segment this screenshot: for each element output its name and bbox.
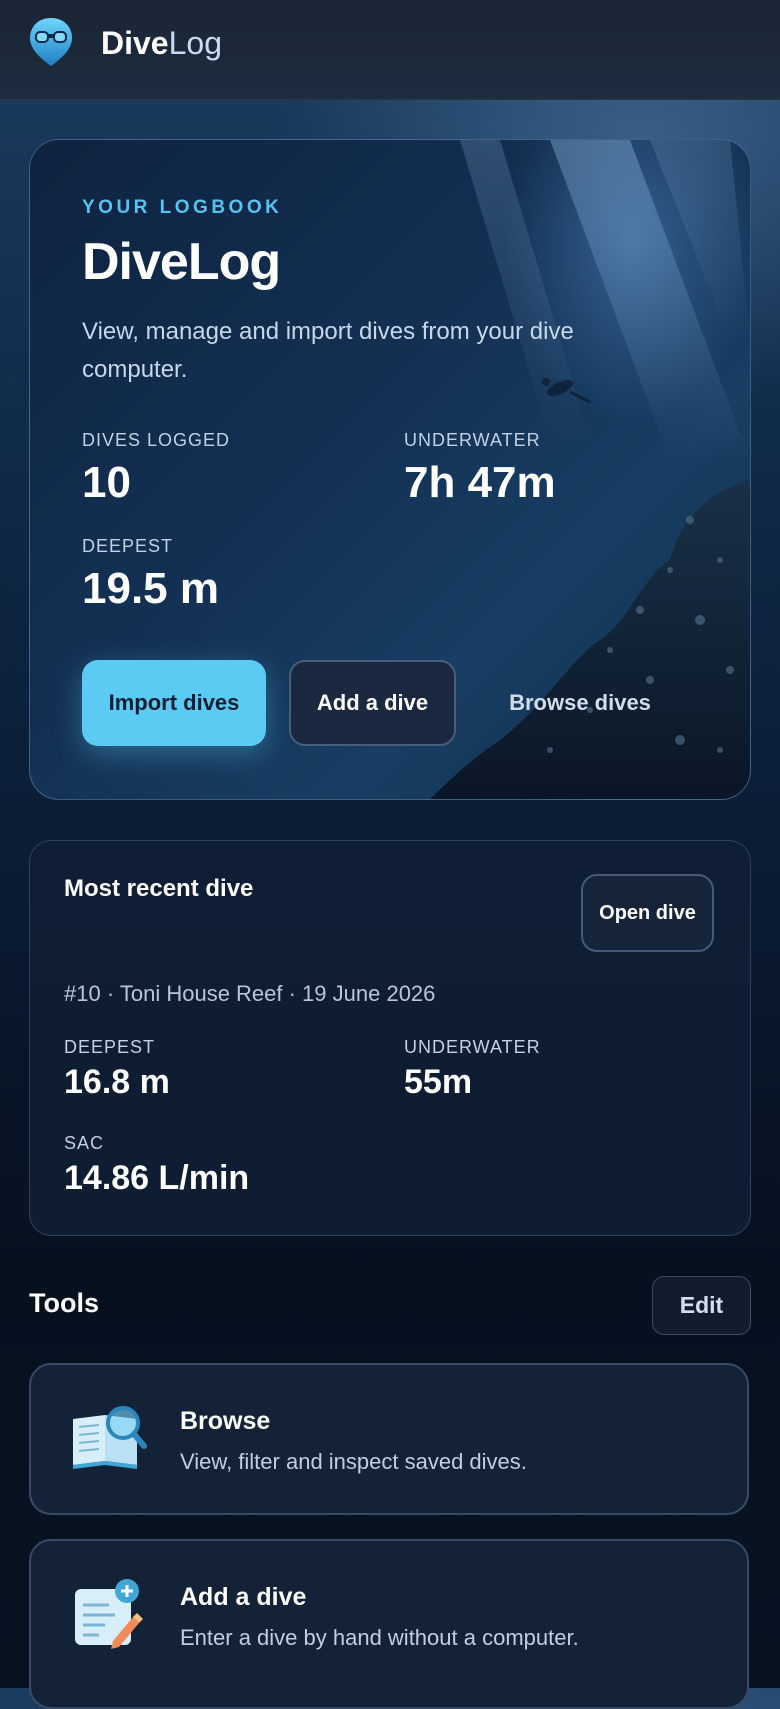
stat-underwater-value: 7h 47m bbox=[404, 458, 556, 507]
recent-sac-label: SAC bbox=[64, 1133, 105, 1153]
edit-tools-button[interactable]: Edit bbox=[652, 1276, 751, 1335]
browse-dives-button[interactable]: Browse dives bbox=[480, 660, 680, 746]
hero-eyebrow: YOUR LOGBOOK bbox=[82, 197, 283, 218]
stat-dives-logged-value: 10 bbox=[82, 458, 131, 507]
tool-description: View, filter and inspect saved dives. bbox=[180, 1449, 527, 1474]
book-magnifier-icon bbox=[69, 1401, 147, 1473]
tool-name: Add a dive bbox=[180, 1583, 307, 1611]
tool-card-browse[interactable]: Browse View, filter and inspect saved di… bbox=[29, 1363, 749, 1515]
top-bar: DiveLog bbox=[0, 0, 780, 100]
add-document-icon bbox=[69, 1577, 147, 1649]
recent-deepest-value: 16.8 m bbox=[64, 1063, 170, 1101]
recent-sac-value: 14.86 L/min bbox=[64, 1159, 250, 1197]
open-dive-button[interactable]: Open dive bbox=[581, 874, 714, 952]
stat-deepest-value: 19.5 m bbox=[82, 564, 219, 613]
tool-name: Browse bbox=[180, 1407, 271, 1435]
add-dive-button[interactable]: Add a dive bbox=[289, 660, 456, 746]
import-dives-button[interactable]: Import dives bbox=[82, 660, 266, 746]
recent-dive-meta: #10 · Toni House Reef · 19 June 2026 bbox=[64, 981, 436, 1006]
recent-dive-title: Most recent dive bbox=[64, 875, 254, 902]
brand-light: Log bbox=[168, 25, 222, 61]
tool-card-add-dive[interactable]: Add a dive Enter a dive by hand without … bbox=[29, 1539, 749, 1709]
stat-dives-logged-label: DIVES LOGGED bbox=[82, 430, 231, 450]
tools-heading: Tools bbox=[29, 1288, 99, 1318]
hero-description: View, manage and import dives from your … bbox=[82, 318, 574, 383]
app-brand[interactable]: DiveLog bbox=[101, 24, 222, 62]
most-recent-dive-card: Most recent dive Open dive #10 · Toni Ho… bbox=[29, 840, 751, 1236]
recent-underwater-value: 55m bbox=[404, 1063, 473, 1101]
recent-underwater-label: UNDERWATER bbox=[404, 1037, 541, 1057]
tool-description: Enter a dive by hand without a computer. bbox=[180, 1625, 579, 1650]
brand-bold: Dive bbox=[101, 25, 169, 61]
logbook-hero-card: YOUR LOGBOOK DiveLog View, manage and im… bbox=[29, 139, 751, 800]
stat-deepest-label: DEEPEST bbox=[82, 536, 174, 556]
hero-title: DiveLog bbox=[82, 233, 281, 291]
stat-underwater-label: UNDERWATER bbox=[404, 430, 541, 450]
recent-deepest-label: DEEPEST bbox=[64, 1037, 156, 1057]
diver-mask-logo-icon[interactable] bbox=[28, 16, 74, 68]
